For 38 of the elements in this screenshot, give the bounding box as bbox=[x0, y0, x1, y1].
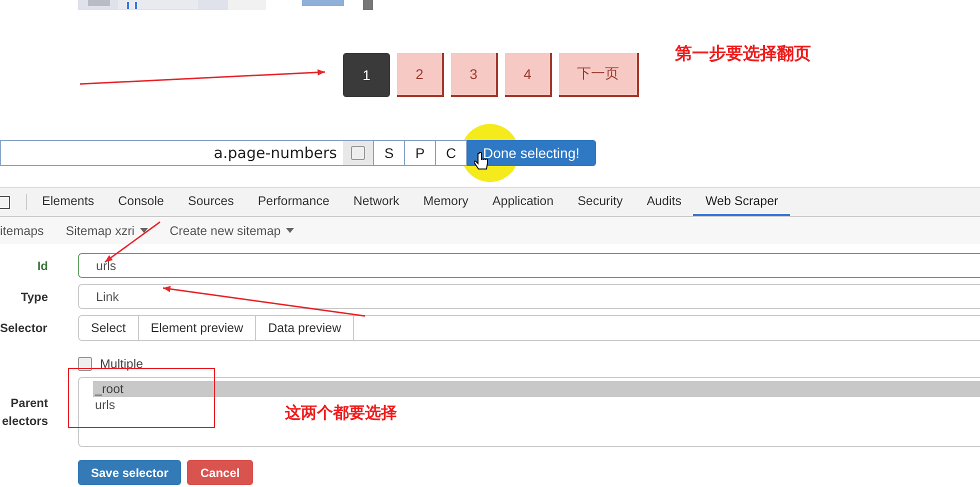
key-button[interactable]: S bbox=[374, 140, 405, 166]
devtools-tab[interactable]: Network bbox=[341, 188, 412, 216]
key-button[interactable]: C bbox=[436, 140, 467, 166]
list-option[interactable]: _root bbox=[93, 381, 980, 397]
page-button[interactable]: 下一页 bbox=[559, 53, 639, 97]
devtools-tab[interactable]: Memory bbox=[411, 188, 480, 216]
checkbox[interactable] bbox=[78, 357, 92, 371]
selector-tool-button[interactable]: Element preview bbox=[138, 315, 256, 341]
key-button[interactable]: P bbox=[405, 140, 436, 166]
annotation-text: 这两个都要选择 bbox=[285, 403, 397, 424]
devtools-tab[interactable]: Audits bbox=[634, 188, 694, 216]
devtools-tab[interactable]: Security bbox=[566, 188, 635, 216]
page-button[interactable]: 4 bbox=[505, 53, 552, 97]
dock-icon[interactable] bbox=[0, 196, 10, 208]
field-label: Selector bbox=[0, 320, 48, 337]
page-button[interactable]: 1 bbox=[343, 53, 390, 97]
page-button[interactable]: 2 bbox=[397, 53, 444, 97]
selector-tool-button[interactable]: Data preview bbox=[256, 315, 354, 341]
nav-link[interactable]: Sitemap xzri bbox=[66, 224, 148, 238]
selector-tool-button[interactable]: Select bbox=[78, 315, 139, 341]
devtools-tab[interactable]: Performance bbox=[246, 188, 342, 216]
devtools-tab[interactable]: Application bbox=[480, 188, 566, 216]
cancel-button[interactable]: Cancel bbox=[187, 460, 253, 485]
id-field[interactable]: urls bbox=[78, 253, 980, 278]
devtools-tab[interactable]: Console bbox=[106, 188, 176, 216]
checkbox-label: Multiple bbox=[100, 357, 144, 371]
page-button[interactable]: 3 bbox=[451, 53, 498, 97]
devtools-tab[interactable]: Sources bbox=[176, 188, 246, 216]
nav-link[interactable]: itemaps bbox=[0, 224, 44, 238]
field-label: Type bbox=[20, 288, 49, 306]
field-label: Id bbox=[36, 258, 49, 274]
nav-link[interactable]: Create new sitemap bbox=[170, 224, 294, 238]
annotation-text: 第一步要选择翻页 bbox=[675, 43, 811, 65]
devtools-tab[interactable]: Elements bbox=[30, 188, 106, 216]
field-label: Parent electors bbox=[0, 395, 48, 430]
type-field[interactable]: Link bbox=[78, 284, 980, 309]
save-button[interactable]: Save selector bbox=[78, 460, 182, 485]
list-option[interactable]: urls bbox=[93, 397, 116, 413]
